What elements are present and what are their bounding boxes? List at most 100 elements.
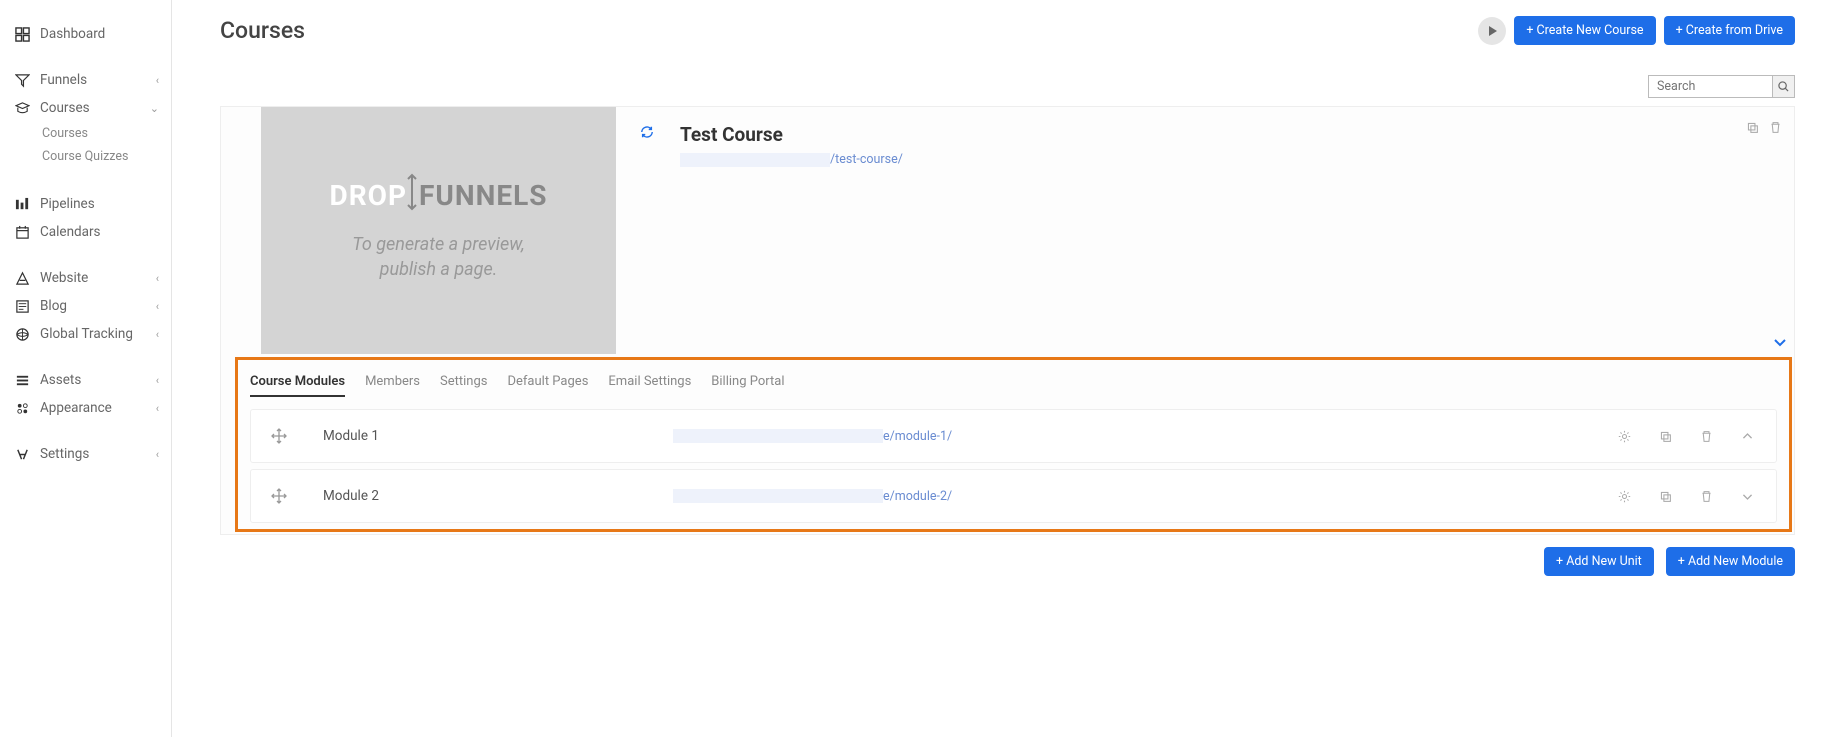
chevron-down-icon[interactable]: [1741, 490, 1754, 503]
sidebar-item-dashboard[interactable]: Dashboard: [0, 20, 171, 48]
gear-icon[interactable]: [1618, 490, 1631, 503]
sidebar-label: Settings: [40, 446, 89, 462]
refresh-icon[interactable]: [640, 125, 654, 139]
main: Courses + Create New Course + Create fro…: [172, 0, 1835, 737]
dashboard-icon: [14, 26, 30, 42]
sidebar-item-funnels[interactable]: Funnels ‹: [0, 66, 171, 94]
play-tutorial-button[interactable]: [1478, 17, 1506, 45]
sidebar-item-appearance[interactable]: Appearance ‹: [0, 394, 171, 422]
blog-icon: [14, 298, 30, 314]
trash-icon[interactable]: [1700, 490, 1713, 503]
calendars-icon: [14, 224, 30, 240]
course-header: DROP FUNNELS To generate a preview, publ…: [221, 107, 1794, 354]
course-url[interactable]: /test-course/: [680, 152, 1774, 167]
module-row: Module 1 e/module-1/: [250, 409, 1777, 463]
funnels-icon: [14, 72, 30, 88]
sidebar: Dashboard Funnels ‹ Courses ⌄ Courses Co…: [0, 0, 172, 737]
sidebar-item-assets[interactable]: Assets ‹: [0, 366, 171, 394]
logo-funnels: FUNNELS: [419, 179, 547, 212]
thumb-text-2: publish a page.: [380, 257, 498, 282]
create-from-drive-button[interactable]: + Create from Drive: [1664, 16, 1795, 45]
tab-billing-portal[interactable]: Billing Portal: [711, 374, 784, 397]
chevron-left-icon: ‹: [156, 300, 159, 313]
course-card: DROP FUNNELS To generate a preview, publ…: [220, 106, 1795, 535]
sidebar-label: Pipelines: [40, 196, 95, 212]
sidebar-item-website[interactable]: Website ‹: [0, 264, 171, 292]
drag-handle-icon[interactable]: [267, 428, 291, 444]
chevron-left-icon: ‹: [156, 374, 159, 387]
url-visible: /test-course/: [830, 152, 903, 167]
courses-icon: [14, 100, 30, 116]
sidebar-label: Appearance: [40, 400, 112, 416]
course-title: Test Course: [680, 123, 1774, 146]
tab-course-modules[interactable]: Course Modules: [250, 374, 345, 397]
url-visible: e/module-1/: [883, 429, 952, 444]
collapse-icon[interactable]: [1772, 334, 1788, 350]
copy-icon[interactable]: [1659, 430, 1672, 443]
url-masked: [680, 153, 830, 167]
search-input[interactable]: [1648, 75, 1773, 98]
sidebar-item-blog[interactable]: Blog ‹: [0, 292, 171, 320]
chevron-left-icon: ‹: [156, 272, 159, 285]
tab-members[interactable]: Members: [365, 374, 420, 397]
chevron-down-icon: ⌄: [150, 102, 159, 115]
sidebar-item-calendars[interactable]: Calendars: [0, 218, 171, 246]
header-actions: + Create New Course + Create from Drive: [1478, 16, 1795, 45]
card-actions: [1746, 121, 1782, 134]
sidebar-item-settings[interactable]: Settings ‹: [0, 440, 171, 468]
chevron-left-icon: ‹: [156, 328, 159, 341]
sidebar-sub-courses[interactable]: Courses: [28, 122, 171, 145]
website-icon: [14, 270, 30, 286]
course-thumbnail: DROP FUNNELS To generate a preview, publ…: [261, 107, 616, 354]
module-row: Module 2 e/module-2/: [250, 469, 1777, 523]
add-unit-button[interactable]: + Add New Unit: [1544, 547, 1654, 576]
url-masked: [673, 489, 883, 503]
copy-icon[interactable]: [1746, 121, 1759, 134]
sidebar-label: Global Tracking: [40, 326, 133, 342]
thumb-text-1: To generate a preview,: [352, 232, 524, 257]
sidebar-label: Calendars: [40, 224, 101, 240]
sidebar-item-pipelines[interactable]: Pipelines: [0, 190, 171, 218]
sidebar-label: Assets: [40, 372, 81, 388]
tabs: Course Modules Members Settings Default …: [238, 360, 1789, 403]
trash-icon[interactable]: [1769, 121, 1782, 134]
modules-section: Course Modules Members Settings Default …: [235, 357, 1792, 532]
dropfunnels-logo: DROP FUNNELS: [330, 179, 548, 212]
sidebar-label: Website: [40, 270, 88, 286]
module-actions: [1618, 430, 1754, 443]
sidebar-label: Dashboard: [40, 26, 105, 42]
tab-settings[interactable]: Settings: [440, 374, 487, 397]
search-button[interactable]: [1773, 75, 1795, 98]
tab-email-settings[interactable]: Email Settings: [608, 374, 691, 397]
main-header: Courses + Create New Course + Create fro…: [172, 16, 1835, 45]
module-url[interactable]: e/module-1/: [673, 429, 952, 444]
tab-default-pages[interactable]: Default Pages: [507, 374, 588, 397]
drag-handle-icon[interactable]: [267, 488, 291, 504]
course-info: Test Course /test-course/: [616, 107, 1794, 354]
chevron-up-icon[interactable]: [1741, 430, 1754, 443]
sidebar-item-courses[interactable]: Courses ⌄: [0, 94, 171, 122]
trash-icon[interactable]: [1700, 430, 1713, 443]
add-module-button[interactable]: + Add New Module: [1666, 547, 1795, 576]
sidebar-sub-quizzes[interactable]: Course Quizzes: [28, 145, 171, 168]
module-actions: [1618, 490, 1754, 503]
copy-icon[interactable]: [1659, 490, 1672, 503]
module-url[interactable]: e/module-2/: [673, 489, 952, 504]
appearance-icon: [14, 400, 30, 416]
create-course-button[interactable]: + Create New Course: [1514, 16, 1655, 45]
gear-icon[interactable]: [1618, 430, 1631, 443]
chevron-left-icon: ‹: [156, 448, 159, 461]
sidebar-label: Courses: [40, 100, 90, 116]
chevron-left-icon: ‹: [156, 402, 159, 415]
chevron-left-icon: ‹: [156, 74, 159, 87]
logo-arrow-icon: [407, 179, 419, 211]
search-row: [172, 45, 1835, 106]
pipelines-icon: [14, 196, 30, 212]
page-title: Courses: [220, 17, 305, 44]
module-name: Module 2: [323, 488, 663, 504]
sidebar-item-global-tracking[interactable]: Global Tracking ‹: [0, 320, 171, 348]
assets-icon: [14, 372, 30, 388]
url-masked: [673, 429, 883, 443]
logo-drop: DROP: [330, 179, 408, 212]
bottom-actions: + Add New Unit + Add New Module: [172, 535, 1835, 596]
